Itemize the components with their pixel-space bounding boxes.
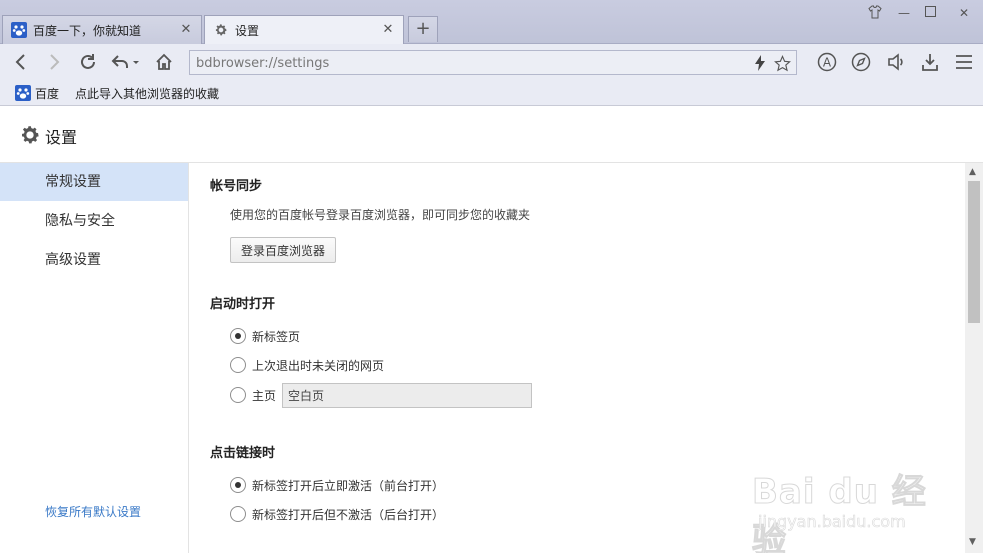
undo-close-icon[interactable] bbox=[110, 50, 140, 74]
close-icon[interactable]: ✕ bbox=[179, 23, 193, 37]
section-title-account-sync: 帐号同步 bbox=[210, 179, 263, 194]
address-input[interactable] bbox=[196, 54, 736, 72]
download-icon[interactable] bbox=[918, 50, 942, 74]
radio-button[interactable] bbox=[230, 357, 246, 373]
sidebar-item-advanced[interactable]: 高级设置 bbox=[0, 241, 188, 279]
watermark-main: Bai du 经验 bbox=[752, 472, 927, 553]
tab-label: 设置 bbox=[235, 23, 260, 38]
tab-baidu-home[interactable]: 百度一下，你就知道 ✕ bbox=[2, 15, 202, 44]
startup-option-restore-session[interactable]: 上次退出时未关闭的网页 bbox=[230, 355, 384, 375]
svg-text:A: A bbox=[823, 56, 832, 70]
lightning-icon[interactable] bbox=[751, 54, 769, 72]
sidebar-item-privacy[interactable]: 隐私与安全 bbox=[0, 202, 188, 240]
tab-settings[interactable]: 设置 ✕ bbox=[204, 15, 404, 44]
close-window-icon[interactable]: ✕ bbox=[955, 5, 973, 21]
star-icon[interactable] bbox=[773, 54, 791, 72]
tab-bar: 百度一下，你就知道 ✕ 设置 ✕ + — ✕ bbox=[0, 0, 983, 44]
homepage-input[interactable] bbox=[282, 382, 533, 408]
radio-button[interactable] bbox=[230, 506, 246, 522]
scroll-down-icon[interactable]: ▼ bbox=[969, 537, 976, 547]
import-bookmarks-link[interactable]: 点此导入其他浏览器的收藏 bbox=[75, 83, 219, 103]
adblock-icon[interactable]: A bbox=[815, 50, 839, 74]
minimize-icon[interactable]: — bbox=[895, 5, 913, 21]
gear-icon bbox=[213, 22, 229, 38]
vertical-scrollbar[interactable]: ▲ ▼ bbox=[965, 163, 983, 553]
settings-sidebar: 常规设置 隐私与安全 高级设置 恢复所有默认设置 bbox=[0, 163, 189, 553]
radio-button[interactable] bbox=[230, 477, 246, 493]
account-sync-description: 使用您的百度帐号登录百度浏览器，即可同步您的收藏夹 bbox=[230, 208, 531, 222]
watermark-sub: jingyan.baidu.com bbox=[758, 512, 906, 532]
radio-label: 新标签打开后立即激活（前台打开） bbox=[252, 478, 445, 493]
menu-icon[interactable] bbox=[952, 50, 976, 74]
link-option-foreground[interactable]: 新标签打开后立即激活（前台打开） bbox=[230, 475, 444, 495]
radio-button[interactable] bbox=[230, 387, 246, 403]
new-tab-button[interactable]: + bbox=[408, 16, 438, 42]
settings-header: 设置 bbox=[0, 107, 983, 163]
bookmarks-bar: 百度 点此导入其他浏览器的收藏 bbox=[0, 80, 983, 106]
close-icon[interactable]: ✕ bbox=[381, 23, 395, 37]
home-icon[interactable] bbox=[152, 50, 176, 74]
scrollbar-thumb[interactable] bbox=[968, 181, 980, 323]
radio-label: 新标签页 bbox=[252, 329, 301, 344]
forward-icon[interactable] bbox=[42, 50, 66, 74]
bookmark-baidu[interactable]: 百度 bbox=[15, 83, 59, 103]
restore-defaults-link[interactable]: 恢复所有默认设置 bbox=[45, 503, 141, 520]
scroll-up-icon[interactable]: ▲ bbox=[969, 167, 976, 177]
radio-label: 主页 bbox=[252, 388, 277, 403]
bookmark-label: 百度 bbox=[35, 86, 60, 101]
navigation-toolbar: A bbox=[0, 44, 983, 80]
startup-option-homepage[interactable]: 主页 bbox=[230, 382, 533, 408]
gear-icon bbox=[19, 124, 41, 146]
address-bar[interactable] bbox=[189, 50, 797, 75]
radio-label: 新标签打开后但不激活（后台打开） bbox=[252, 507, 445, 522]
back-icon[interactable] bbox=[9, 50, 33, 74]
section-title-startup: 启动时打开 bbox=[210, 297, 276, 312]
radio-button[interactable] bbox=[230, 328, 246, 344]
baidu-jingyan-watermark: Bai du 经验 jingyan.baidu.com bbox=[752, 442, 942, 553]
volume-icon[interactable] bbox=[884, 50, 908, 74]
baidu-paw-icon bbox=[15, 85, 31, 101]
skin-icon[interactable] bbox=[866, 5, 884, 21]
refresh-icon[interactable] bbox=[76, 50, 100, 74]
maximize-icon[interactable] bbox=[921, 5, 939, 21]
baidu-paw-icon bbox=[11, 22, 27, 38]
page-title: 设置 bbox=[45, 128, 78, 147]
tab-label: 百度一下，你就知道 bbox=[33, 23, 142, 38]
compass-icon[interactable] bbox=[849, 50, 873, 74]
login-button[interactable]: 登录百度浏览器 bbox=[230, 237, 337, 263]
link-option-background[interactable]: 新标签打开后但不激活（后台打开） bbox=[230, 504, 444, 524]
radio-label: 上次退出时未关闭的网页 bbox=[252, 358, 385, 373]
sidebar-item-general[interactable]: 常规设置 bbox=[0, 163, 188, 201]
section-title-link-click: 点击链接时 bbox=[210, 446, 276, 461]
startup-option-new-tab[interactable]: 新标签页 bbox=[230, 326, 300, 346]
